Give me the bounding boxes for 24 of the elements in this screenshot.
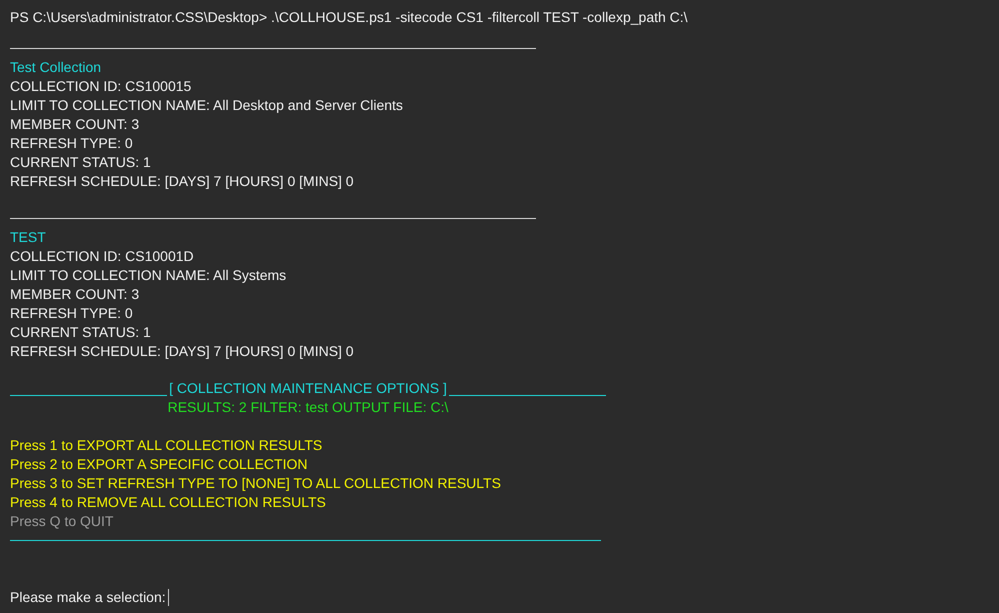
collection-detail: COLLECTION ID: CS10001D — [10, 247, 195, 266]
menu-summary: RESULTS: 2 FILTER: test OUTPUT FILE: C:\ — [168, 398, 448, 417]
text-cursor — [168, 589, 169, 606]
collection-detail: REFRESH TYPE: 0 — [10, 304, 134, 323]
menu-option: Press Q to QUIT — [10, 512, 606, 531]
collection-detail: REFRESH SCHEDULE: [DAYS] 7 [HOURS] 0 [MINS] 0 — [10, 342, 355, 361]
collection-detail: CURRENT STATUS: 1 — [10, 153, 152, 172]
command-line: PS C:\Users\administrator.CSS\Desktop> .\COLLHOUSE.ps1 -sitecode CS1 -filtercoll TEST -collexp_path C:\ — [10, 8, 689, 27]
collection-title: Test Collection — [10, 58, 102, 77]
collection-detail: MEMBER COUNT: 3 — [10, 285, 140, 304]
collection-detail: MEMBER COUNT: 3 — [10, 115, 140, 134]
collection-detail: CURRENT STATUS: 1 — [10, 323, 152, 342]
menu-option: Press 2 to EXPORT A SPECIFIC COLLECTION — [10, 455, 606, 474]
collection-detail: LIMIT TO COLLECTION NAME: All Desktop and Server Clients — [10, 96, 404, 115]
menu-title: [ COLLECTION MAINTENANCE OPTIONS ] — [169, 379, 447, 398]
collection-detail: REFRESH SCHEDULE: [DAYS] 7 [HOURS] 0 [MINS] 0 — [10, 172, 355, 191]
prompt-text: Please make a selection: — [10, 588, 166, 607]
menu-option: Press 3 to SET REFRESH TYPE TO [NONE] TO ALL COLLECTION RESULTS — [10, 474, 606, 493]
menu-option: Press 4 to REMOVE ALL COLLECTION RESULTS — [10, 493, 606, 512]
collection-title: TEST — [10, 228, 47, 247]
collection-detail: COLLECTION ID: CS100015 — [10, 77, 192, 96]
collection-detail: LIMIT TO COLLECTION NAME: All Systems — [10, 266, 288, 285]
menu-option: Press 1 to EXPORT ALL COLLECTION RESULTS — [10, 436, 606, 455]
collection-detail: REFRESH TYPE: 0 — [10, 134, 134, 153]
